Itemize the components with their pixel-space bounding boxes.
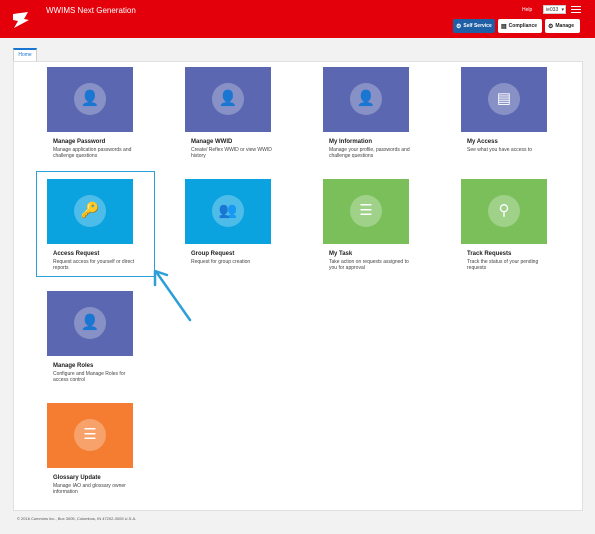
callout-arrow-icon [153, 269, 192, 322]
footer-text: © 2016 Cummins Inc., Box 3005, Columbus,… [17, 516, 137, 521]
